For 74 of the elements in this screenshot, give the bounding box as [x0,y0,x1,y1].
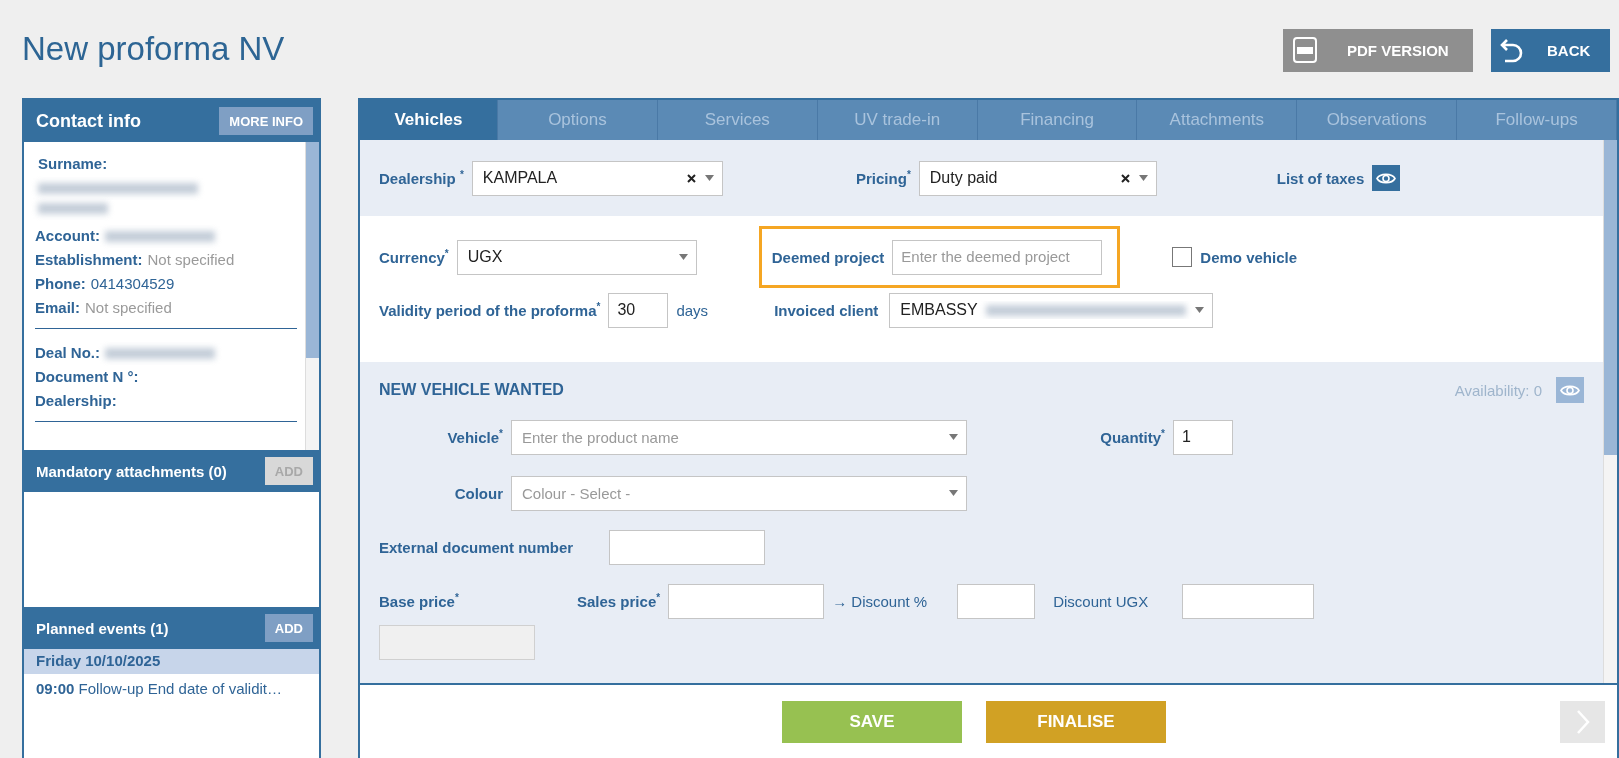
save-button[interactable]: SAVE [782,700,962,743]
dealership-select[interactable]: KAMPALA [471,160,723,196]
back-arrow-icon [1499,36,1525,64]
checkbox[interactable] [1172,247,1193,267]
currency-select[interactable]: UGX [456,239,697,275]
caret-icon [1195,307,1205,313]
invoiced-client-select[interactable]: EMBASSY [889,292,1214,328]
add-button[interactable]: ADD [264,614,313,642]
field-value: 0414304529 [90,274,175,294]
eye-icon [1560,383,1580,397]
view-taxes-button[interactable] [1372,165,1401,191]
panel-title: Contact info [36,110,141,132]
field-label: Base price$^{*}$ [379,593,459,610]
field-label: Invoiced client [774,301,880,319]
caret-icon [949,434,958,440]
pdf-version-button[interactable]: PDF VERSION [1283,28,1473,72]
field-label: Surname: [38,154,109,174]
field-label: Colour [453,484,504,502]
chevron-right-icon [1575,708,1590,735]
pricing-select[interactable]: Duty paid [918,160,1157,196]
field-label: Quantity$^{*}$ [1100,429,1165,446]
field-label: Deal No.: [35,343,100,363]
panel-title: Mandatory attachments (0) [36,462,227,480]
sales-price-field[interactable] [668,583,825,619]
quantity-field[interactable]: 1 [1173,419,1233,455]
scrollbar[interactable] [305,142,319,450]
field-label: Phone: [35,274,86,294]
field-value: Not specified [85,298,172,318]
finalise-button[interactable]: FINALISE [986,700,1166,743]
field-label: Pricing$^{*}$ [856,170,911,187]
field-value: Not specified [147,250,235,270]
checkbox-label: Demo vehicle [1200,248,1299,266]
field-label: External document number [379,538,575,556]
field-label: Email: [35,298,80,318]
discount-percent-field[interactable] [957,583,1036,619]
event-date: Friday 10/10/2025 [24,649,319,674]
external-document-field[interactable] [609,529,765,565]
unit-label: days [675,301,710,319]
more-info-button[interactable]: MORE INFO [219,107,313,135]
field-label: Validity period of the proforma$^{*}$ [379,302,601,319]
vehicle-select[interactable]: Enter the product name [511,419,967,455]
panel-title: Planned events (1) [36,619,169,637]
tab[interactable]: Vehicles [360,100,498,140]
field-label: Discount UGX [1052,592,1150,610]
field-label: Establishment: [35,250,143,270]
field-label: Deemed project [771,248,886,266]
pdf-file-icon [1291,36,1319,64]
field-label: Vehicle$^{*}$ [447,429,503,446]
deemed-project-field[interactable]: Enter the deemed project [892,239,1103,275]
caret-icon [704,175,714,181]
colour-select[interactable]: Colour - Select - [511,475,967,511]
field-label: List of taxes [1276,169,1366,187]
field-label: Currency$^{*}$ [379,249,449,266]
clear-icon[interactable] [686,173,696,183]
event-item[interactable]: 09:00 Follow-up End date of validit… [24,674,319,703]
caret-icon [949,490,958,496]
scrollbar[interactable] [1603,140,1617,683]
field-label: Account: [35,226,100,246]
back-button[interactable]: BACK [1491,28,1610,72]
caret-icon [678,254,688,260]
field-label: → Discount % [831,592,929,610]
section-title: NEW VEHICLE WANTED [379,381,564,399]
discount-amount-field[interactable] [1182,583,1315,619]
view-availability-button[interactable] [1556,377,1584,403]
field-label: Sales price$^{*}$ [577,593,661,610]
field-label: Dealership $^{*}$ [379,170,464,187]
clear-icon[interactable] [1120,173,1130,183]
availability-text: Availability: 0 [1454,381,1542,399]
validity-field[interactable]: 30 [608,292,669,328]
field-label: Document N °: [35,367,139,387]
eye-icon [1376,171,1397,185]
page-title: New proforma NV [22,30,285,68]
caret-icon [1138,175,1148,181]
field-label: Dealership: [35,391,117,411]
